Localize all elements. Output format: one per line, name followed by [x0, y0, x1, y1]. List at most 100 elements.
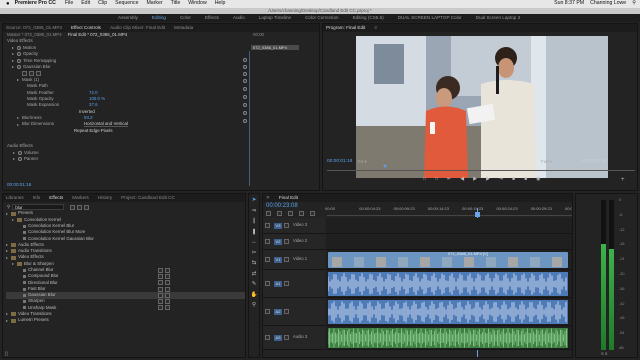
tab-libraries[interactable]: Libraries [6, 195, 24, 201]
track-id[interactable]: V2 [274, 238, 282, 245]
track-header-a3[interactable]: A3 Audio 3 [263, 326, 325, 350]
razor-tool-icon[interactable]: ✂ [252, 250, 257, 257]
tab-info[interactable]: Info [33, 195, 41, 201]
mark-in-icon[interactable]: □ [423, 177, 426, 182]
program-playhead[interactable] [383, 165, 387, 168]
add-button-icon[interactable]: + [621, 177, 625, 183]
reset-icon[interactable] [243, 58, 247, 62]
menu-sequence[interactable]: Sequence [115, 1, 138, 6]
tab-audio-clip-mixer[interactable]: Audio Clip Mixer: Final Edit [110, 25, 165, 31]
track-header-v1[interactable]: V1 Video 1 [263, 250, 325, 270]
music-clip[interactable] [328, 328, 568, 348]
menu-help[interactable]: Help [215, 1, 226, 6]
ec-audio-panner[interactable]: ▸ Panner [7, 156, 319, 162]
menu-title[interactable]: Title [171, 1, 181, 6]
reset-icon[interactable] [243, 79, 247, 83]
eye-icon[interactable] [284, 223, 289, 228]
workspace-audio[interactable]: Audio [233, 15, 245, 21]
ec-row-13[interactable]: Repeat Edge Pixels [7, 128, 319, 134]
selection-tool-icon[interactable]: ➤ [252, 197, 257, 204]
tab-source[interactable]: Source: 072_0386_01.MP4 [6, 25, 62, 31]
reset-icon[interactable] [243, 72, 247, 76]
effects-new-bin-icon[interactable]: ▯ [5, 352, 8, 357]
workspace-color-correction[interactable]: Color Correction [305, 15, 338, 21]
track-header-v2[interactable]: V2 Video 2 [263, 234, 325, 250]
meter-solo-buttons[interactable]: S S [601, 352, 607, 356]
tab-program[interactable]: Program: Final Edit [326, 25, 365, 31]
ec-row-value[interactable]: Inverted [79, 109, 95, 114]
ec-row-value[interactable]: 93.2 [84, 115, 93, 120]
lock-icon[interactable] [265, 257, 270, 262]
zoom-tool-icon[interactable]: ⚲ [252, 302, 256, 309]
program-menu-icon[interactable]: ≡ [374, 25, 377, 31]
workspace-effects[interactable]: Effects [205, 15, 219, 21]
ec-row-value[interactable]: Repeat Edge Pixels [74, 128, 113, 133]
timeline-settings-icon[interactable] [310, 211, 315, 216]
lock-icon[interactable] [265, 309, 270, 314]
go-to-in-icon[interactable]: ⇤ [447, 177, 451, 182]
add-marker-icon[interactable] [299, 211, 304, 216]
menu-clip[interactable]: Clip [98, 1, 107, 6]
close-icon[interactable]: ✕ [266, 195, 270, 201]
mute-icon[interactable] [284, 335, 289, 340]
track-lane-v3[interactable] [326, 218, 572, 234]
audio-clip[interactable] [328, 272, 568, 296]
track-id[interactable]: A2 [274, 308, 282, 315]
track-header-a2[interactable]: A2 [263, 298, 325, 326]
program-video-frame[interactable] [356, 36, 608, 178]
program-timecode-left[interactable]: 00:00:01:18 [327, 159, 352, 165]
program-quality-select[interactable]: Full ▾ [541, 159, 552, 165]
ec-row-value[interactable]: 37.6 [89, 102, 98, 107]
step-back-icon[interactable]: ◀ [460, 177, 464, 182]
program-timecode-right[interactable]: 00:03:52:19 [581, 159, 606, 165]
pen-tool-icon[interactable]: ✎ [252, 281, 257, 288]
workspace-dual-laptop-3[interactable]: Dual Screen Laptop 3 [476, 15, 520, 21]
track-select-tool-icon[interactable]: ⇒ [252, 208, 257, 215]
tab-effect-controls[interactable]: Effect Controls [71, 25, 101, 31]
ec-row-value[interactable]: Horizontal and Vertical [84, 121, 128, 128]
workspace-dual-laptop-color[interactable]: DUAL SCREEN LAPTOP Color [398, 15, 462, 21]
ellipse-mask-icon[interactable] [22, 71, 27, 77]
ec-row-value[interactable]: 72.0 [89, 90, 98, 95]
slip-tool-icon[interactable]: ⇆ [252, 260, 257, 267]
tab-metadata[interactable]: Metadata [174, 25, 193, 31]
video-clip[interactable]: 072_0386_01.MP4 [V] [328, 252, 568, 268]
extract-icon[interactable]: ■ [524, 177, 527, 182]
program-fit-select[interactable]: Fit ▾ [358, 159, 367, 165]
mute-icon[interactable] [284, 281, 289, 286]
program-mini-timeline[interactable] [327, 168, 635, 171]
timeline-ruler[interactable]: 00:00 00:00:04:23 00:00:09:23 00:00:14:23 00… [325, 206, 572, 216]
track-lane-a1[interactable] [326, 270, 572, 298]
reset-icon[interactable] [243, 103, 247, 107]
lock-icon[interactable] [265, 335, 270, 340]
track-lane-a2[interactable] [326, 298, 572, 326]
effects-search-input[interactable]: blur [12, 204, 65, 211]
track-lane-v2[interactable] [326, 234, 572, 250]
ripple-edit-tool-icon[interactable]: ❙ [252, 218, 257, 225]
menu-marker[interactable]: Marker [146, 1, 162, 6]
search-icon[interactable]: ⚲ [632, 0, 636, 6]
eye-icon[interactable] [284, 257, 289, 262]
reset-icon[interactable] [243, 65, 247, 69]
ec-playhead[interactable] [249, 51, 250, 186]
nest-toggle-icon[interactable] [266, 211, 271, 216]
clock[interactable]: Sun 8:37 PM [554, 0, 584, 6]
track-header-a1[interactable]: A1 [263, 270, 325, 298]
reset-icon[interactable] [243, 87, 247, 91]
rate-stretch-tool-icon[interactable]: ↔ [251, 239, 257, 246]
lift-icon[interactable]: ■ [512, 177, 515, 182]
pen-mask-icon[interactable] [36, 71, 41, 77]
workspace-laptop-timeline[interactable]: Laptop Timeline [259, 15, 291, 21]
track-id[interactable]: A3 [274, 334, 282, 341]
mark-out-icon[interactable]: □ [435, 177, 438, 182]
workspace-editing-cs55[interactable]: Editing (CS5.5) [353, 15, 384, 21]
ec-clip-bar[interactable]: 072_0386_01.MP4 [251, 45, 299, 50]
tab-effects[interactable]: Effects [49, 195, 63, 201]
track-lane-a3[interactable] [326, 326, 572, 350]
slide-tool-icon[interactable]: ⇄ [252, 271, 257, 278]
go-to-out-icon[interactable]: ⇥ [499, 177, 503, 182]
reset-icon[interactable] [243, 119, 247, 123]
rectangle-mask-icon[interactable] [29, 71, 34, 77]
tab-markers[interactable]: Markers [72, 195, 89, 201]
track-id[interactable]: V1 [274, 256, 282, 263]
